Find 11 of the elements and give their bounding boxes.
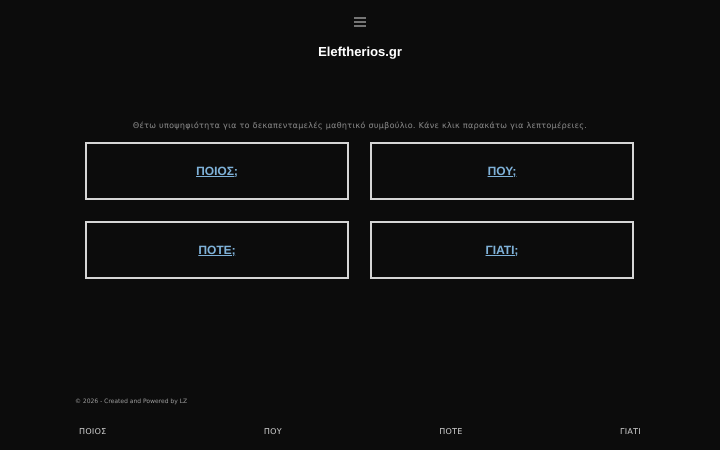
menu-icon xyxy=(352,16,368,28)
card-link[interactable]: ΓΙΑΤΙ; xyxy=(486,240,518,258)
footer-link[interactable]: ΠΟΤΕ xyxy=(439,426,463,438)
footer-link[interactable]: ΠΟΥ xyxy=(264,426,282,438)
card-link[interactable]: ΠΟΥ; xyxy=(488,162,516,180)
card-link[interactable]: ΠΟΤΕ; xyxy=(198,240,236,258)
footer-link[interactable]: ΠΟΙΟΣ xyxy=(79,426,107,438)
intro-text: Θέτω υποψηφιότητα για το δεκαπενταμελές μαθητικό συμβούλιο. Κάνε κλικ παρακάτω για λεπτομέρειες. xyxy=(132,120,588,132)
footer-link[interactable]: ΓΙΑΤΙ xyxy=(620,426,641,438)
site-title: Eleftherios.gr xyxy=(317,43,403,61)
card-link[interactable]: ΠΟΙΟΣ; xyxy=(196,162,238,180)
